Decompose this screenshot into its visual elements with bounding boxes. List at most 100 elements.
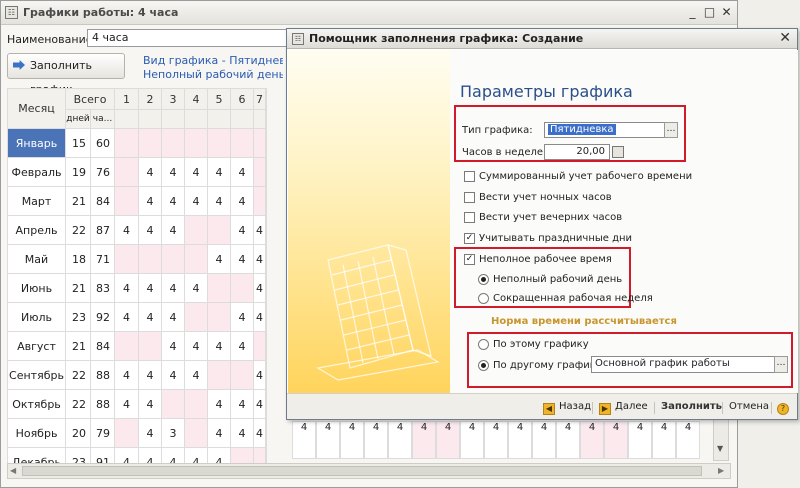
day-cell[interactable]: 4 (138, 186, 162, 216)
vertical-scrollbar[interactable]: ▼ (713, 413, 729, 461)
checkbox-holidays[interactable]: ✓ (464, 233, 475, 244)
day-cell[interactable]: 4 (114, 302, 139, 332)
other-schedule-select-button[interactable]: … (774, 356, 788, 373)
day-cell[interactable]: 4 (253, 302, 266, 332)
checkbox-part-time[interactable]: ✓ (464, 254, 475, 265)
day-cell[interactable]: 4 (114, 273, 139, 303)
scroll-right-icon[interactable]: ▶ (718, 466, 728, 476)
day-cell[interactable]: 4 (138, 157, 162, 187)
day-cell[interactable] (230, 273, 254, 303)
day-cell[interactable]: 4 (580, 421, 604, 459)
day-cell[interactable]: 4 (138, 215, 162, 245)
day-cell[interactable] (114, 157, 139, 187)
day-cell[interactable]: 4 (230, 157, 254, 187)
month-cell[interactable]: Май (7, 244, 66, 274)
day-cell[interactable]: 4 (114, 215, 139, 245)
day-cell[interactable] (161, 244, 185, 274)
day-cell[interactable]: 4 (436, 421, 460, 459)
checkbox-evening[interactable] (464, 212, 475, 223)
day-cell[interactable]: 4 (230, 389, 254, 419)
calculator-icon[interactable] (612, 146, 624, 158)
day-cell[interactable]: 4 (532, 421, 556, 459)
day-cell[interactable]: 4 (161, 186, 185, 216)
day-cell[interactable]: 4 (388, 421, 412, 459)
table-row[interactable]: Июнь 21 83 4 4 4 4 4 (7, 273, 267, 303)
day-cell[interactable]: 4 (207, 331, 231, 361)
next-button[interactable]: ▶ Далее (599, 399, 648, 415)
day-cell[interactable] (207, 302, 231, 332)
fill-schedule-button[interactable]: Заполнить график (7, 53, 125, 96)
day-cell[interactable] (207, 360, 231, 390)
day-cell[interactable]: 4 (184, 157, 208, 187)
day-cell[interactable]: 4 (161, 331, 185, 361)
day-cell[interactable] (138, 128, 162, 158)
month-cell[interactable]: Июнь (7, 273, 66, 303)
close-icon[interactable]: ✕ (719, 5, 734, 20)
day-cell[interactable] (114, 244, 139, 274)
day-cell[interactable]: 4 (253, 215, 266, 245)
radio-this-schedule[interactable] (478, 339, 489, 350)
day-cell[interactable]: 4 (412, 421, 436, 459)
day-cell[interactable]: 4 (253, 244, 266, 274)
day-cell[interactable]: 4 (484, 421, 508, 459)
day-cell[interactable] (207, 128, 231, 158)
day-cell[interactable] (253, 157, 266, 187)
day-cell[interactable]: 4 (184, 186, 208, 216)
day-cell[interactable] (114, 128, 139, 158)
day-cell[interactable]: 4 (161, 157, 185, 187)
day-cell[interactable]: 4 (138, 273, 162, 303)
day-cell[interactable]: 4 (230, 418, 254, 448)
month-cell[interactable]: Ноябрь (7, 418, 66, 448)
day-cell[interactable]: 4 (230, 302, 254, 332)
back-button[interactable]: ◀ Назад (543, 399, 591, 415)
day-cell[interactable]: 4 (161, 360, 185, 390)
help-button[interactable]: ? (777, 399, 789, 415)
day-cell[interactable]: 4 (184, 273, 208, 303)
day-cell[interactable]: 4 (628, 421, 652, 459)
day-cell[interactable] (138, 244, 162, 274)
name-input[interactable]: 4 часа (87, 29, 297, 47)
day-cell[interactable]: 4 (207, 244, 231, 274)
day-cell[interactable]: 4 (460, 421, 484, 459)
cancel-button[interactable]: Отмена (729, 399, 769, 415)
day-cell[interactable]: 4 (207, 418, 231, 448)
radio-other-schedule[interactable] (478, 360, 489, 371)
day-cell[interactable]: 4 (161, 302, 185, 332)
table-row[interactable]: Сентябрь 22 88 4 4 4 4 4 (7, 360, 267, 390)
day-cell[interactable]: 3 (161, 418, 185, 448)
day-cell[interactable]: 4 (207, 157, 231, 187)
day-cell[interactable] (184, 418, 208, 448)
day-cell[interactable]: 4 (364, 421, 388, 459)
day-cell[interactable]: 4 (508, 421, 532, 459)
month-cell[interactable]: Апрель (7, 215, 66, 245)
day-cell[interactable]: 4 (161, 273, 185, 303)
day-cell[interactable]: 4 (253, 418, 266, 448)
day-cell[interactable] (114, 418, 139, 448)
day-cell[interactable] (184, 244, 208, 274)
day-cell[interactable]: 4 (340, 421, 364, 459)
day-cell[interactable] (253, 331, 266, 361)
fill-button[interactable]: Заполнить (661, 399, 722, 415)
schedule-type-select-button[interactable]: … (664, 122, 678, 138)
day-cell[interactable] (184, 215, 208, 245)
day-cell[interactable]: 4 (316, 421, 340, 459)
month-cell[interactable]: Октябрь (7, 389, 66, 419)
maximize-icon[interactable]: □ (702, 5, 717, 20)
checkbox-summarized[interactable] (464, 171, 475, 182)
day-cell[interactable] (207, 273, 231, 303)
scroll-thumb[interactable] (22, 466, 702, 476)
schedule-table[interactable]: Месяц Всего 1 2 3 4 5 6 7 дней ча... Январь 15 60 Февр… (7, 88, 267, 477)
day-cell[interactable]: 4 (161, 215, 185, 245)
day-cell[interactable]: 4 (253, 389, 266, 419)
month-cell[interactable]: Январь (7, 128, 66, 158)
table-row[interactable]: Май 18 71 4 4 4 (7, 244, 267, 274)
day-cell[interactable] (184, 302, 208, 332)
day-cell[interactable]: 4 (556, 421, 580, 459)
month-cell[interactable]: Февраль (7, 157, 66, 187)
radio-short-week[interactable] (478, 293, 489, 304)
day-cell[interactable]: 4 (138, 360, 162, 390)
day-cell[interactable] (253, 186, 266, 216)
scroll-down-icon[interactable]: ▼ (717, 444, 723, 453)
day-cell[interactable]: 4 (676, 421, 700, 459)
close-icon[interactable]: ✕ (779, 30, 791, 46)
